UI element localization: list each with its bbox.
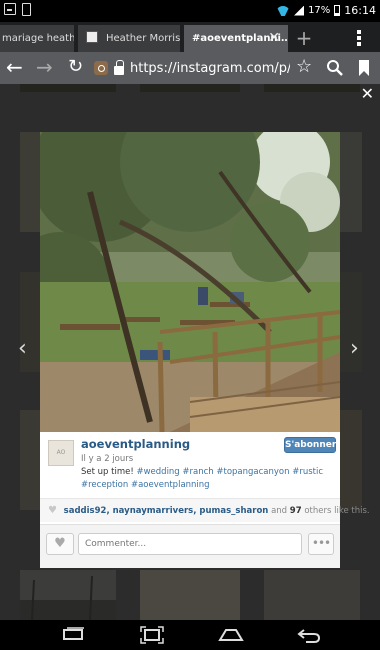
address-bar: ← → ↻ https://instagram.com/p/2wZ( ☆ — [0, 52, 380, 84]
heart-icon: ♥ — [54, 536, 66, 551]
tab-2[interactable]: Heather Morris… — [78, 25, 180, 52]
likes-suffix: others like this. — [304, 506, 370, 516]
close-icon[interactable]: ✕ — [361, 84, 374, 103]
tab-3-active[interactable]: #aoeventplanni… ✕ — [184, 25, 288, 52]
new-tab-button[interactable]: + — [286, 27, 322, 51]
post-username[interactable]: aoeventplanning — [81, 437, 190, 451]
likes-count[interactable]: 97 — [290, 506, 302, 516]
page-background: ✕ ‹ › AO aoeventplanning Il y a 2 jours … — [0, 84, 380, 620]
likes-and: and — [271, 506, 288, 516]
instagram-icon — [94, 61, 108, 75]
comment-bar: ♥ ••• — [40, 524, 340, 568]
tab-strip: mariage heathe… Heather Morris… #aoevent… — [0, 22, 380, 52]
avatar[interactable]: AO — [48, 440, 74, 466]
system-navigation-bar — [0, 620, 380, 650]
grid-thumbnail — [20, 132, 42, 232]
post-time: Il y a 2 jours — [81, 454, 134, 464]
forward-arrow-icon[interactable]: → — [36, 55, 53, 79]
status-bar: 17% 16:14 — [0, 0, 380, 22]
bookmark-icon[interactable] — [358, 59, 370, 77]
star-icon[interactable]: ☆ — [296, 55, 312, 79]
likers[interactable]: saddis92, naynaymarrivers, pumas_sharon — [64, 506, 269, 516]
grid-thumbnail — [140, 570, 240, 620]
grid-thumbnail — [340, 132, 362, 232]
battery-percent: 17% — [308, 5, 331, 16]
wifi-icon — [276, 6, 290, 16]
grid-thumbnail — [264, 84, 360, 92]
page-favicon-icon — [86, 31, 98, 43]
back-arrow-icon[interactable]: ← — [6, 55, 23, 79]
shopping-icon — [22, 3, 31, 16]
grid-thumbnail — [140, 84, 240, 92]
post-header: AO aoeventplanning Il y a 2 jours Set up… — [40, 432, 340, 498]
heart-icon: ♥ — [48, 505, 57, 516]
grid-thumbnail — [340, 410, 362, 510]
grid-thumbnail — [20, 410, 42, 510]
caption-text: Set up time! — [81, 467, 134, 477]
tab-1[interactable]: mariage heathe… — [0, 25, 74, 52]
next-arrow-icon[interactable]: › — [350, 336, 359, 361]
grid-thumbnail — [20, 84, 116, 92]
like-button[interactable]: ♥ — [46, 533, 74, 555]
url-text[interactable]: https://instagram.com/p/2wZ( — [130, 61, 290, 76]
clock: 16:14 — [344, 4, 376, 17]
search-icon[interactable] — [326, 59, 344, 77]
tab-title: mariage heathe… — [2, 33, 74, 44]
screenshot-icon[interactable] — [140, 626, 164, 644]
follow-button[interactable]: S'abonner — [284, 437, 336, 453]
tab-title: Heather Morris… — [106, 33, 180, 44]
likes-row: ♥ saddis92, naynaymarrivers, pumas_sharo… — [40, 498, 370, 522]
post-caption: Set up time! #wedding #ranch #topangacan… — [81, 466, 331, 492]
previous-arrow-icon[interactable]: ‹ — [18, 336, 27, 361]
post-modal: AO aoeventplanning Il y a 2 jours Set up… — [40, 132, 370, 568]
url-field[interactable]: https://instagram.com/p/2wZ( — [94, 58, 290, 78]
screen: 17% 16:14 mariage heathe… Heather Morris… — [0, 0, 380, 650]
recent-apps-icon[interactable] — [62, 626, 86, 644]
home-icon[interactable] — [218, 626, 244, 644]
grid-thumbnail — [264, 570, 360, 620]
grid-thumbnail — [20, 570, 116, 620]
back-icon[interactable] — [296, 626, 322, 644]
reload-icon[interactable]: ↻ — [68, 55, 83, 79]
signal-icon — [294, 5, 305, 16]
post-photo — [40, 132, 340, 432]
lock-icon — [114, 59, 124, 75]
overflow-menu-icon[interactable] — [357, 30, 361, 48]
close-tab-icon[interactable]: ✕ — [268, 25, 280, 52]
battery-icon — [334, 5, 341, 16]
comment-input[interactable] — [78, 533, 302, 555]
notification-icon — [4, 3, 16, 15]
more-options-button[interactable]: ••• — [308, 533, 334, 555]
